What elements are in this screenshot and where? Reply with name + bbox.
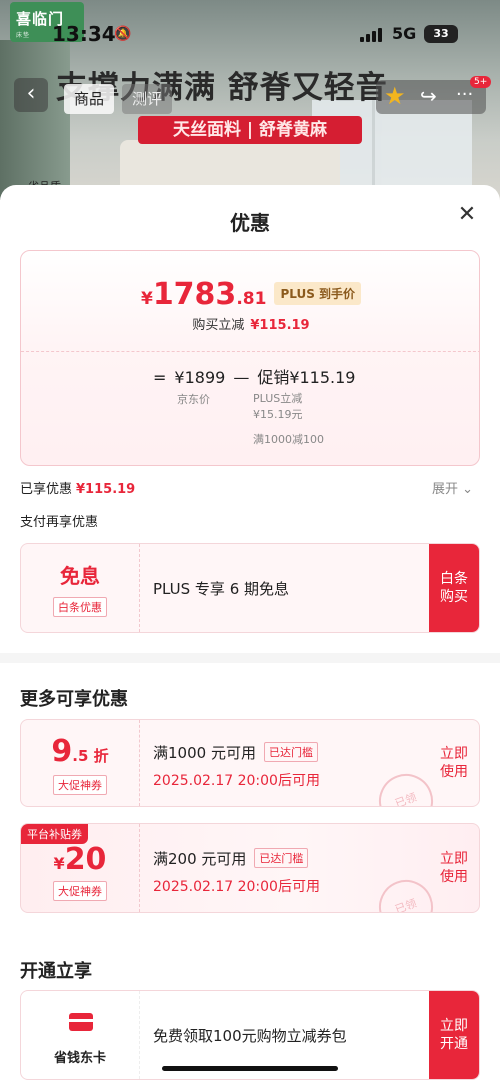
open-offers-title: 开通立享 bbox=[20, 961, 92, 982]
platform-subsidy-tag: 平台补贴券 bbox=[21, 824, 88, 844]
enjoyed-discount: 已享优惠 ¥115.19 bbox=[20, 482, 136, 497]
baitiao-buy-button[interactable]: 白条 购买 bbox=[429, 544, 479, 632]
favorite-star-icon[interactable]: ★ bbox=[384, 82, 406, 110]
mute-bell-icon: 🔕 bbox=[114, 26, 132, 42]
network-label: 5G bbox=[392, 24, 417, 43]
top-tabs: 商品 测评 bbox=[64, 84, 173, 114]
price-summary-box: ¥1783.81 PLUS 到手价 购买立减 ¥115.19 = ¥1899— 促销¥1… bbox=[20, 250, 480, 466]
coupon-time: 2025.02.17 20:00后可用 bbox=[153, 773, 320, 789]
coupon-use-button[interactable]: 立即 使用 bbox=[429, 824, 479, 912]
plus-price-tag: PLUS 到手价 bbox=[274, 282, 362, 305]
saver-desc: 免费领取100元购物立减券包 bbox=[153, 1027, 347, 1045]
sheet-title: 优惠 bbox=[230, 211, 270, 235]
jd-price-label: 京东价 bbox=[177, 393, 210, 406]
more-icon[interactable]: ··· bbox=[456, 84, 473, 105]
tab-product[interactable]: 商品 bbox=[64, 84, 115, 114]
back-button[interactable]: ‹ bbox=[14, 78, 48, 112]
coupon-condition: 满1000 元可用 已达门槛 bbox=[153, 742, 318, 763]
price-formula: = ¥1899— 促销¥115.19 bbox=[153, 368, 356, 387]
more-offers-title: 更多可享优惠 bbox=[20, 689, 128, 710]
chevron-down-icon: ⌄ bbox=[462, 482, 474, 497]
section-separator bbox=[0, 653, 500, 663]
battery-icon: 33 bbox=[424, 25, 458, 43]
status-time: 13:34 bbox=[52, 22, 116, 46]
baitiao-desc: PLUS 专享 6 期免息 bbox=[153, 580, 290, 598]
saver-label: 省钱东卡 bbox=[53, 1051, 106, 1066]
signal-icon bbox=[360, 28, 382, 42]
close-icon[interactable]: ✕ bbox=[455, 203, 479, 227]
status-bar: 13:34 🔕 5G 33 bbox=[0, 22, 500, 52]
instant-reduce: 购买立减 ¥115.19 bbox=[192, 318, 310, 333]
coupon-use-button[interactable]: 立即 使用 bbox=[429, 720, 479, 806]
tab-review[interactable]: 测评 bbox=[122, 84, 173, 114]
plus-cut-detail: PLUS立减 ¥15.19元 bbox=[253, 392, 303, 421]
saver-open-button[interactable]: 立即 开通 bbox=[429, 991, 479, 1079]
coupon-card-discount: 9.5 折 大促神券 满1000 元可用 已达门槛 2025.02.17 20:0… bbox=[20, 719, 480, 807]
coupon-condition: 满200 元可用 已达门槛 bbox=[153, 848, 309, 869]
full-cut-detail: 满1000减100 bbox=[253, 433, 324, 446]
share-icon[interactable]: ↪ bbox=[420, 84, 437, 108]
message-badge: 5+ bbox=[470, 76, 492, 88]
expand-button[interactable]: 展开 ⌄ bbox=[432, 478, 473, 497]
final-price: ¥1783.81 PLUS 到手价 bbox=[21, 277, 479, 312]
baitiao-card: 免息 白条优惠 PLUS 专享 6 期免息 白条 购买 bbox=[20, 543, 480, 633]
home-indicator bbox=[162, 1066, 338, 1071]
card-icon bbox=[69, 1013, 93, 1031]
pay-more-label: 支付再享优惠 bbox=[20, 515, 99, 530]
coupon-card-cash: 平台补贴券 ¥20 大促神券 满200 元可用 已达门槛 2025.02.17 2… bbox=[20, 823, 480, 913]
discount-sheet: 优惠 ✕ ¥1783.81 PLUS 到手价 购买立减 ¥115.19 = ¥1899… bbox=[0, 185, 500, 1084]
coupon-time: 2025.02.17 20:00后可用 bbox=[153, 879, 320, 895]
feature-banner: 天丝面料 | 舒脊黄麻 bbox=[138, 116, 362, 144]
